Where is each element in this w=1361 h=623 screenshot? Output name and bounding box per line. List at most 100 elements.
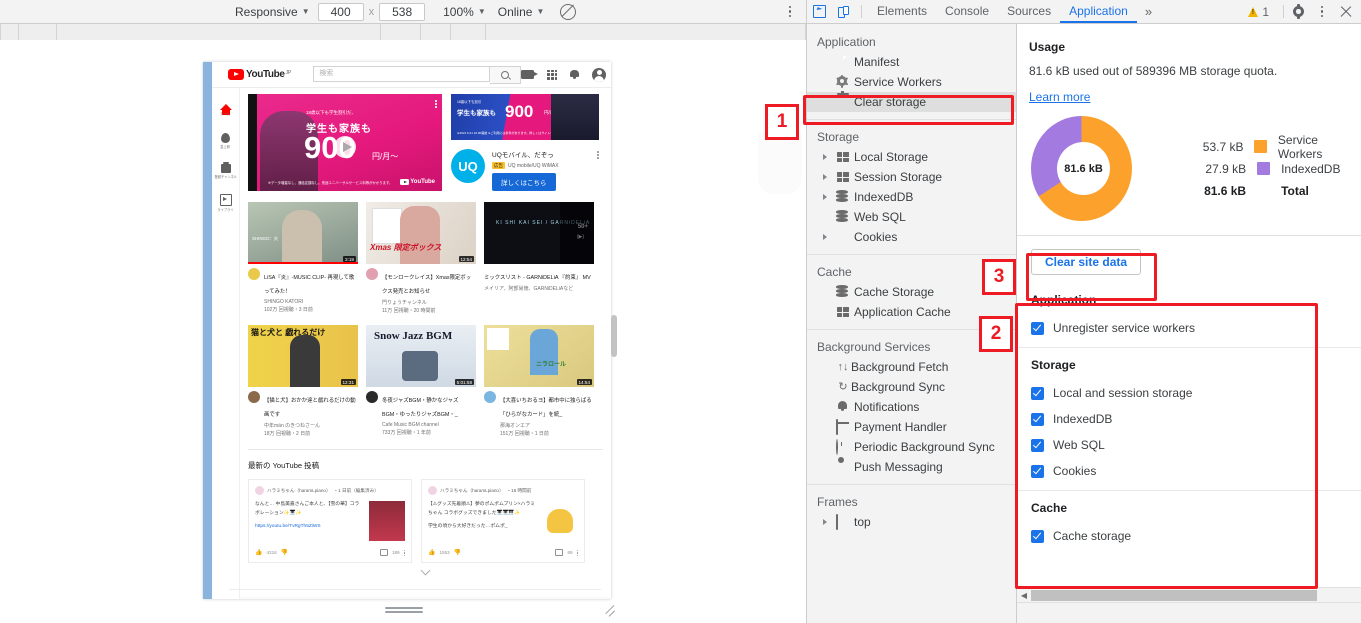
sidebar-item-manifest[interactable]: Manifest (807, 52, 1016, 72)
video-title[interactable]: 冬夜ジャズBGM・静かなジャズBGM・ゆったりジャズBGM・_ (382, 398, 458, 418)
video-title[interactable]: 【大喜いちおるヨ】都市中に独らばる「ひらがなカード」を統_ (500, 398, 592, 418)
thumbs-up-icon[interactable]: 👍 (255, 549, 262, 556)
bell-icon[interactable] (570, 70, 580, 79)
sidebar-item-notifications[interactable]: Notifications (807, 397, 1016, 417)
comment-icon[interactable] (379, 549, 388, 557)
post-image[interactable] (542, 501, 578, 542)
post-card[interactable]: ハラミちゃん（haramLpiano） ・16 時間前 【⚠グッズ先着順⚠】夢の… (421, 479, 585, 564)
device-resize-handle[interactable] (385, 607, 423, 615)
more-tabs-button[interactable]: » (1137, 4, 1160, 19)
expand-triangle-icon[interactable] (823, 154, 831, 160)
video-camera-icon[interactable] (521, 70, 539, 79)
checkbox-icon[interactable] (1031, 412, 1044, 426)
video-title[interactable]: 【猫と犬】おかか達と戯れるだけの動画です (264, 398, 356, 418)
checkbox-unregister-service-workers[interactable]: Unregister service workers (1031, 315, 1361, 341)
rail-item-subscriptions[interactable]: 登録チャンネル (212, 156, 239, 187)
inspect-element-button[interactable] (807, 0, 831, 23)
horizontal-scrollbar[interactable]: ◀ ▶ (1017, 587, 1361, 603)
checkbox-indexeddb[interactable]: IndexedDB (1031, 406, 1361, 432)
sidebar-item-cookies[interactable]: Cookies (807, 227, 1016, 247)
checkbox-cookies[interactable]: Cookies (1031, 458, 1361, 484)
checkbox-web-sql[interactable]: Web SQL (1031, 432, 1361, 458)
device-corner-resize-handle[interactable] (604, 604, 616, 618)
sidebar-item-top-frame[interactable]: top (807, 512, 1016, 532)
checkbox-icon[interactable] (1031, 438, 1044, 452)
scrollbar-track[interactable] (1031, 590, 1361, 601)
ad-cta-button[interactable]: 詳しくはこちら (492, 173, 556, 191)
video-channel[interactable]: 門りょうチャンネル (382, 299, 476, 306)
kebab-menu-icon[interactable] (597, 149, 599, 191)
thumbs-down-icon[interactable]: 👎 (454, 549, 461, 556)
device-height-input[interactable]: 538 (379, 2, 426, 21)
ad-title[interactable]: UQモバイル、だぞっ (492, 149, 590, 159)
video-card[interactable]: ニラロール 14:54 【大喜いちおるヨ】都市中に独らばる「ひらがなカード」を統… (484, 325, 594, 437)
warning-badge[interactable]: 1 (1242, 5, 1275, 19)
kebab-menu-icon[interactable] (1315, 5, 1329, 18)
sidebar-item-periodic-background-sync[interactable]: Periodic Background Sync (807, 437, 1016, 457)
youtube-logo[interactable]: YouTube JP (228, 69, 291, 80)
video-title[interactable]: LiSA『炎』-MUSIC CLIP- 再現して歌ってみた！ (264, 275, 354, 295)
page-vertical-scrollbar[interactable] (611, 315, 617, 357)
sidebar-item-background-fetch[interactable]: ↑↓ Background Fetch (807, 357, 1016, 377)
network-throttling-selector[interactable]: Online ▼ (492, 0, 551, 23)
post-image[interactable] (369, 501, 405, 542)
video-channel[interactable]: 中年män のきつねさーん (264, 422, 358, 429)
video-title[interactable]: 【モンロークレイス】Xmas限定ボックス発売とお知らせ (382, 275, 471, 295)
sidebar-item-session-storage[interactable]: Session Storage (807, 167, 1016, 187)
kebab-menu-icon[interactable] (403, 549, 405, 557)
expand-triangle-icon[interactable] (823, 194, 831, 200)
video-channel[interactable]: SHINGO KATORI (264, 299, 358, 305)
video-title[interactable]: ミックスリスト - GARNiDELiA 『約束』 MV (484, 275, 591, 281)
apps-grid-icon[interactable] (547, 69, 558, 80)
play-button-icon[interactable] (334, 136, 356, 158)
sidebar-item-clear-storage[interactable]: Clear storage (807, 92, 1016, 112)
thumbs-down-icon[interactable]: 👎 (281, 549, 288, 556)
checkbox-cache-storage[interactable]: Cache storage (1031, 523, 1361, 549)
rail-item-library[interactable]: ライブラリ (212, 187, 239, 218)
post-link[interactable]: https://youtu.be/TvRgTh5ZiWS (255, 523, 364, 531)
sidebar-item-indexeddb[interactable]: IndexedDB (807, 187, 1016, 207)
video-channel[interactable]: Cafe Music BGM channel (382, 422, 476, 428)
checkbox-icon[interactable] (1031, 464, 1044, 478)
scroll-left-arrow-icon[interactable]: ◀ (1017, 591, 1031, 600)
sidebar-item-payment-handler[interactable]: Payment Handler (807, 417, 1016, 437)
sidebar-item-push-messaging[interactable]: Push Messaging (807, 457, 1016, 477)
tab-application[interactable]: Application (1060, 0, 1137, 23)
sidebar-item-web-sql[interactable]: Web SQL (807, 207, 1016, 227)
toggle-device-toolbar-button[interactable] (831, 0, 855, 23)
expand-triangle-icon[interactable] (823, 519, 831, 525)
clear-site-data-button[interactable]: Clear site data (1031, 249, 1142, 275)
checkbox-icon[interactable] (1031, 386, 1044, 400)
checkbox-icon[interactable] (1031, 321, 1044, 335)
post-card[interactable]: ハラミちゃん（haramLpiano） ・1 日前（編集済み） なんと… 中島美… (248, 479, 412, 564)
video-card[interactable]: KI SHI KAI SEI / GARNiDELiA 50+ (▶) ミックス… (484, 202, 594, 314)
channel-avatar[interactable] (366, 391, 378, 404)
device-toolbar-menu-button[interactable] (783, 5, 797, 18)
video-channel[interactable]: メイリア、阿部尚徳、GARNiDELiAなど (484, 285, 591, 292)
channel-avatar[interactable] (248, 268, 260, 280)
post-author[interactable]: ハラミちゃん（haramLpiano） (440, 488, 504, 494)
channel-avatar[interactable] (484, 391, 496, 404)
tab-console[interactable]: Console (936, 0, 998, 23)
kebab-menu-icon[interactable] (435, 100, 437, 108)
comment-icon[interactable] (555, 549, 564, 557)
sidebar-item-local-storage[interactable]: Local Storage (807, 147, 1016, 167)
video-card[interactable]: 猫と犬と 戯れるだけ 12:31 【猫と犬】おかか達と戯れるだけの動画です 中年… (248, 325, 358, 437)
checkbox-local-and-session-storage[interactable]: Local and session storage (1031, 380, 1361, 406)
no-throttling-icon[interactable] (560, 3, 577, 20)
thumbs-up-icon[interactable]: 👍 (428, 549, 435, 556)
scrollbar-thumb[interactable] (1031, 590, 1317, 601)
expand-triangle-icon[interactable] (823, 234, 831, 240)
rail-item-trending[interactable]: 急上昇 (212, 125, 239, 156)
expand-triangle-icon[interactable] (823, 174, 831, 180)
video-card[interactable]: SHINGO：炎 3:19 LiSA『炎』-MUSIC CLIP- 再現して歌っ… (248, 202, 358, 314)
device-selector[interactable]: Responsive ▼ (229, 0, 316, 23)
kebab-menu-icon[interactable] (576, 549, 578, 557)
device-width-input[interactable]: 400 (317, 2, 364, 21)
gear-icon[interactable] (1292, 4, 1305, 19)
tab-elements[interactable]: Elements (868, 0, 936, 23)
video-card[interactable]: Xmas 限定ボックス 12:54 【モンロークレイス】Xmas限定ボックス発売… (366, 202, 476, 314)
feed-scroll-hint[interactable] (248, 563, 603, 598)
search-button[interactable] (490, 65, 522, 84)
sidebar-item-background-sync[interactable]: ↻ Background Sync (807, 377, 1016, 397)
